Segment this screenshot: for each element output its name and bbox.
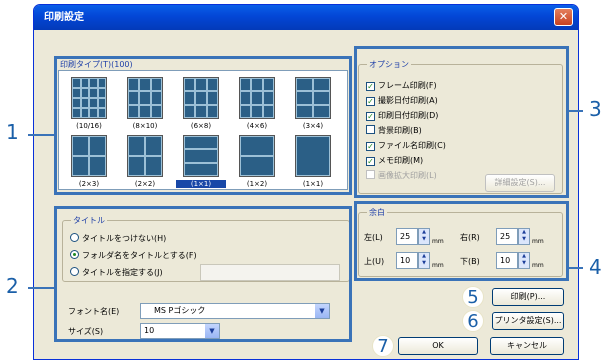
window-title: 印刷設定 xyxy=(44,12,84,23)
callout-line-1 xyxy=(28,134,54,136)
close-button[interactable]: ✕ xyxy=(554,8,573,26)
subtitle-text xyxy=(34,30,578,44)
printer-setup-button[interactable]: プリンタ設定(S)... xyxy=(492,312,564,330)
callout-line-3 xyxy=(569,110,583,112)
callout-frame-2 xyxy=(54,206,352,342)
callout-number-2: 2 xyxy=(6,274,19,298)
callout-frame-1 xyxy=(54,56,352,195)
callout-number-3: 3 xyxy=(589,97,602,121)
ok-button[interactable]: OK xyxy=(398,337,478,355)
callout-number-5: 5 xyxy=(462,286,484,308)
cancel-button[interactable]: キャンセル xyxy=(490,337,564,355)
callout-number-1: 1 xyxy=(6,120,19,144)
callout-frame-4 xyxy=(354,201,569,281)
callout-number-6: 6 xyxy=(462,310,484,332)
title-bar: 印刷設定 ✕ xyxy=(34,5,578,30)
print-button[interactable]: 印刷(P)... xyxy=(492,288,564,306)
callout-number-7: 7 xyxy=(372,335,394,357)
callout-frame-3 xyxy=(354,46,569,198)
callout-line-4 xyxy=(569,267,583,269)
callout-line-2 xyxy=(28,287,54,289)
callout-number-4: 4 xyxy=(589,255,602,279)
